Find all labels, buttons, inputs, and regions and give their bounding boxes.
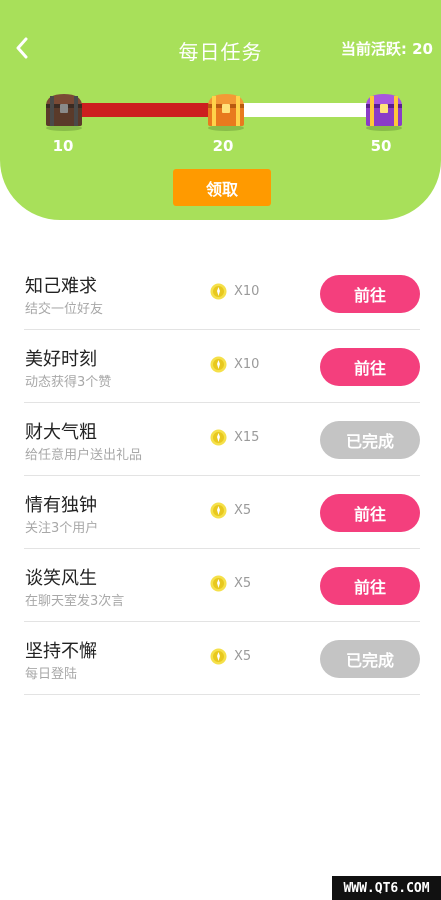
task-reward: X5 [210,575,251,592]
task-description: 在聊天室发3次言 [25,594,125,609]
coin-icon [210,502,227,519]
go-button[interactable]: 前往 [320,494,420,532]
task-description: 结交一位好友 [25,302,104,317]
reward-amount: X15 [234,430,260,445]
milestone-label: 20 [212,137,234,155]
reward-amount: X5 [234,503,252,518]
activity-progress-fill [70,103,225,117]
treasure-chest-icon[interactable] [362,88,406,132]
milestone-label: 10 [52,137,74,155]
task-row: 美好时刻 动态获得3个赞 X10 前往 [24,330,420,403]
task-row: 知己难求 结交一位好友 X10 前往 [24,257,420,330]
completed-button[interactable]: 已完成 [320,421,420,459]
go-button[interactable]: 前往 [320,275,420,313]
reward-amount: X5 [234,576,252,591]
task-row: 坚持不懈 每日登陆 X5 已完成 [24,622,420,695]
task-reward: X15 [210,429,259,446]
treasure-chest-icon[interactable] [42,88,86,132]
task-name: 美好时刻 [25,349,97,370]
task-name: 财大气粗 [25,422,97,443]
task-reward: X10 [210,283,259,300]
activity-count: 当前活跃: 20 [340,40,433,58]
go-button[interactable]: 前往 [320,348,420,386]
task-row: 情有独钟 关注3个用户 X5 前往 [24,476,420,549]
coin-icon [210,356,227,373]
task-reward: X5 [210,648,251,665]
coin-icon [210,648,227,665]
coin-icon [210,283,227,300]
claim-button[interactable]: 领取 [173,169,271,206]
go-button[interactable]: 前往 [320,567,420,605]
task-description: 每日登陆 [25,667,78,682]
treasure-chest-icon[interactable] [204,88,248,132]
header-panel: 每日任务 当前活跃: 20 10 20 50 领取 [0,0,441,220]
task-row: 财大气粗 给任意用户送出礼品 X15 已完成 [24,403,420,476]
task-name: 谈笑风生 [25,568,97,589]
task-list: 知己难求 结交一位好友 X10 前往 美好时刻 动态获得3个赞 X10 前往 财… [24,257,420,695]
milestone-label: 50 [370,137,392,155]
coin-icon [210,429,227,446]
task-name: 情有独钟 [25,495,97,516]
task-reward: X5 [210,502,251,519]
reward-amount: X5 [234,649,252,664]
task-description: 动态获得3个赞 [25,375,112,390]
site-watermark: WWW.QT6.COM [332,876,441,900]
task-description: 关注3个用户 [25,521,99,536]
reward-amount: X10 [234,357,260,372]
task-reward: X10 [210,356,259,373]
task-row: 谈笑风生 在聊天室发3次言 X5 前往 [24,549,420,622]
task-name: 知己难求 [25,276,97,297]
task-description: 给任意用户送出礼品 [25,448,143,463]
reward-amount: X10 [234,284,260,299]
completed-button[interactable]: 已完成 [320,640,420,678]
task-name: 坚持不懈 [25,641,97,662]
coin-icon [210,575,227,592]
